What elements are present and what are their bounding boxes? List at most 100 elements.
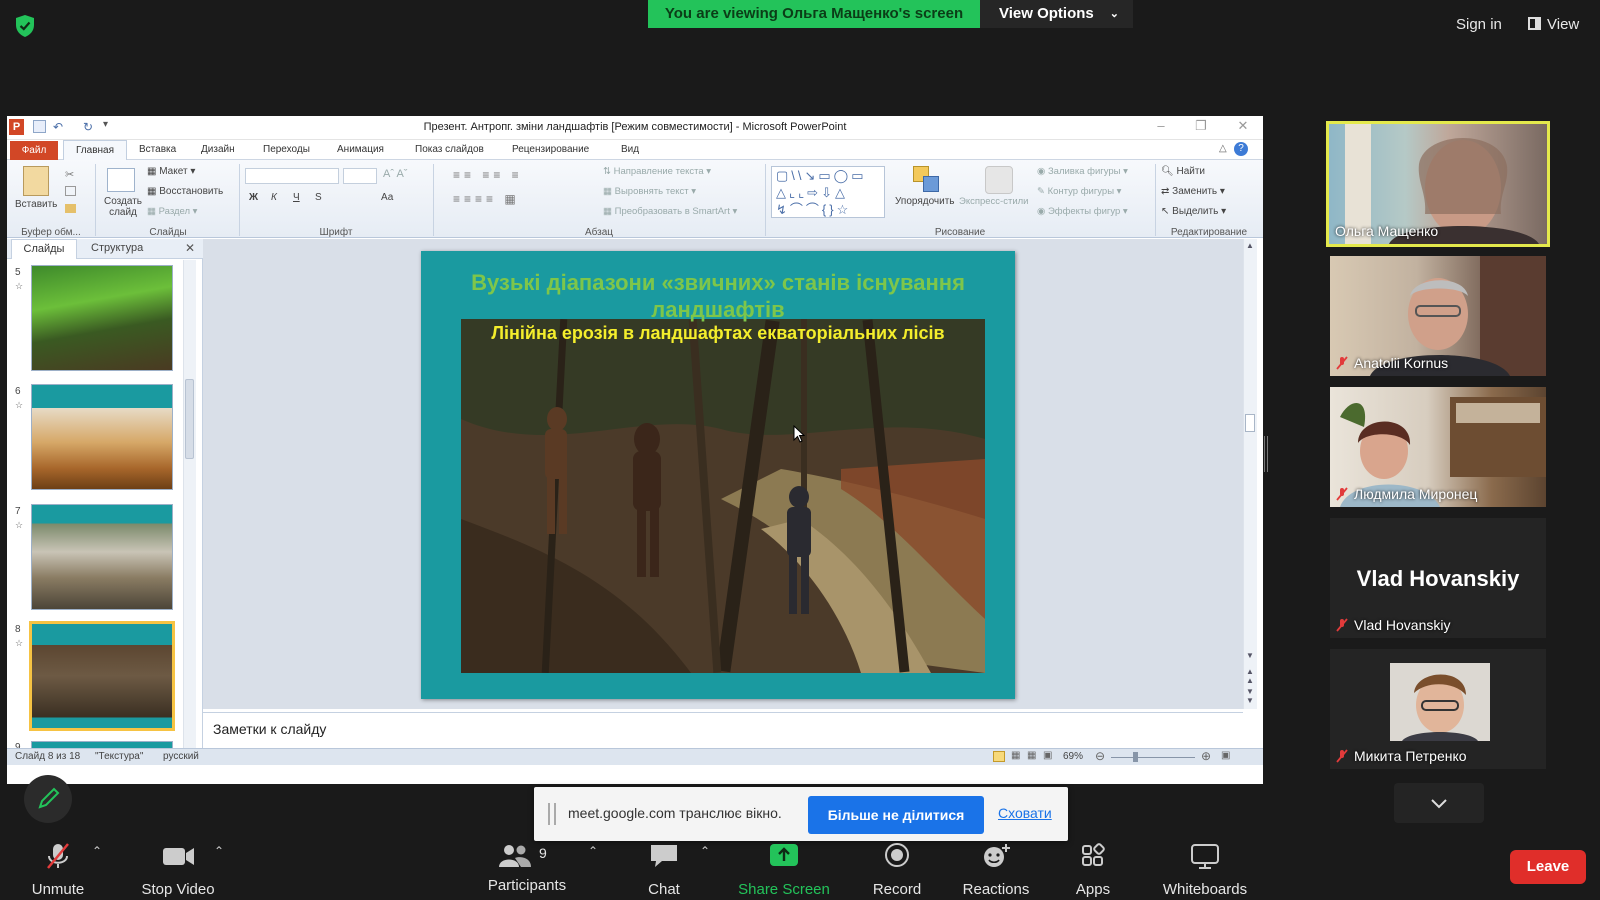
replace-button[interactable]: ⇄ Заменить ▾ [1161, 186, 1225, 197]
whiteboards-button[interactable]: Whiteboards [1150, 843, 1260, 898]
chat-options-chevron-icon[interactable]: ⌃ [700, 844, 710, 858]
zoom-slider[interactable] [1111, 757, 1195, 758]
tab-slideshow[interactable]: Показ слайдов [415, 144, 484, 155]
apps-button[interactable]: Apps [1058, 843, 1128, 898]
slide-thumbnail-selected[interactable] [29, 621, 175, 731]
copy-icon[interactable] [65, 186, 76, 196]
more-participants-button[interactable] [1394, 783, 1484, 823]
leave-button[interactable]: Leave [1510, 850, 1586, 884]
shape-outline-button[interactable]: ✎ Контур фигуры ▾ [1037, 186, 1121, 197]
tab-view[interactable]: Вид [621, 144, 639, 155]
panel-resize-handle[interactable] [1264, 436, 1268, 472]
slide-title[interactable]: Вузькі діапазони «звичних» станів існува… [421, 269, 1015, 323]
format-painter-icon[interactable] [65, 204, 76, 213]
participants-button[interactable]: 9 Participants [480, 843, 574, 894]
tab-review[interactable]: Рецензирование [512, 144, 589, 155]
tab-design[interactable]: Дизайн [201, 144, 235, 155]
view-options-button[interactable]: View Options ⌄ [980, 0, 1133, 28]
new-slide-icon[interactable] [107, 168, 135, 192]
close-pane-icon[interactable]: ✕ [185, 241, 195, 255]
help-icon[interactable]: ? [1234, 142, 1248, 156]
arrange-button[interactable]: Упорядочить [895, 196, 955, 207]
tab-slides-pane[interactable]: Слайды [11, 239, 77, 259]
scroll-down-icon[interactable]: ▼ [1246, 651, 1254, 660]
sorter-view-icon[interactable]: ▦ [1011, 750, 1020, 761]
hide-link[interactable]: Сховати [998, 805, 1052, 821]
shapes-gallery[interactable]: ▢\\↘▭◯▭ △⌞⌞⇨⇩△ ↯⌒⌒{}☆ [771, 166, 885, 218]
unmute-button[interactable]: Unmute [22, 843, 94, 898]
zoom-in-icon[interactable]: ⊕ [1201, 749, 1211, 763]
audio-options-chevron-icon[interactable]: ⌃ [92, 844, 102, 858]
video-options-chevron-icon[interactable]: ⌃ [214, 844, 224, 858]
fit-slide-icon[interactable]: ▣ [1221, 750, 1230, 761]
chat-button[interactable]: Chat [634, 843, 694, 898]
slides-pane-scroll-thumb[interactable] [185, 379, 194, 459]
layout-button[interactable]: ▦ Макет ▾ [147, 166, 195, 177]
font-name-select[interactable] [245, 168, 339, 184]
zoom-level[interactable]: 69% [1063, 751, 1083, 762]
bold-button[interactable]: Ж [249, 192, 258, 203]
normal-view-icon[interactable] [993, 751, 1005, 762]
stop-video-button[interactable]: Stop Video [128, 843, 228, 898]
align-icons[interactable]: ≡≡≡≡ ▦ [453, 192, 520, 206]
participant-tile[interactable]: Микита Петренко [1330, 649, 1546, 769]
current-slide[interactable]: Вузькі діапазони «звичних» станів існува… [421, 251, 1015, 699]
strikethrough-button[interactable]: S [315, 192, 322, 203]
participant-tile[interactable]: Людмила Миронец [1330, 387, 1546, 507]
cut-icon[interactable]: ✂ [65, 168, 74, 181]
slideshow-view-icon[interactable]: ▣ [1043, 750, 1052, 761]
participant-tile-video-off[interactable]: Vlad Hovanskiy Vlad Hovanskiy [1330, 518, 1546, 638]
tab-home[interactable]: Главная [63, 140, 127, 161]
text-direction-button[interactable]: ⇅ Направление текста ▾ [603, 166, 711, 177]
bullets-icon[interactable]: ≡≡ ≡≡ ≡ [453, 168, 523, 182]
close-icon[interactable]: ✕ [1229, 118, 1257, 136]
minimize-icon[interactable]: – [1147, 118, 1175, 136]
section-button[interactable]: ▦ Раздел ▾ [147, 206, 197, 217]
grow-font-icon[interactable]: Aˆ Aˇ [383, 168, 407, 180]
italic-button[interactable]: К [271, 192, 277, 203]
tab-file[interactable]: Файл [10, 141, 58, 160]
align-text-button[interactable]: ▦ Выровнять текст ▾ [603, 186, 696, 197]
new-slide-button[interactable]: Создать слайд [103, 196, 143, 218]
participant-tile-active[interactable]: Ольга Мащенко [1326, 121, 1550, 247]
select-button[interactable]: ↖ Выделить ▾ [1161, 206, 1226, 217]
underline-button[interactable]: Ч [293, 192, 300, 203]
prev-slide-icon[interactable]: ▲ ▲ [1246, 667, 1254, 685]
reactions-button[interactable]: Reactions [952, 843, 1040, 898]
quick-styles-icon[interactable] [985, 166, 1013, 194]
shape-fill-button[interactable]: ◉ Заливка фигуры ▾ [1037, 166, 1128, 177]
shield-check-icon[interactable] [14, 14, 36, 38]
next-slide-icon[interactable]: ▼ ▼ [1246, 687, 1254, 705]
quick-styles-button[interactable]: Экспресс-стили [959, 196, 1028, 207]
scroll-up-icon[interactable]: ▲ [1246, 241, 1254, 250]
reset-button[interactable]: ▦ Восстановить [147, 186, 223, 197]
collapse-ribbon-icon[interactable]: △ [1219, 143, 1227, 154]
tab-animation[interactable]: Анимация [337, 144, 384, 155]
zoom-slider-thumb[interactable] [1133, 752, 1138, 762]
share-screen-button[interactable]: Share Screen [732, 843, 836, 898]
smartart-button[interactable]: ▦ Преобразовать в SmartArt ▾ [603, 206, 737, 217]
language[interactable]: русский [163, 751, 199, 762]
tab-insert[interactable]: Вставка [139, 144, 176, 155]
arrange-icon[interactable] [913, 166, 939, 192]
participant-tile[interactable]: Anatolii Kornus [1330, 256, 1546, 376]
paste-icon[interactable] [23, 166, 49, 196]
stop-sharing-button[interactable]: Більше не ділитися [808, 796, 984, 834]
sign-in-link[interactable]: Sign in [1456, 16, 1502, 33]
restore-icon[interactable]: ❐ [1187, 118, 1215, 136]
shape-effects-button[interactable]: ◉ Эффекты фигур ▾ [1037, 206, 1128, 217]
annotate-button[interactable] [24, 775, 72, 823]
slide-thumbnail[interactable] [31, 504, 173, 610]
slide-subtitle[interactable]: Лінійна ерозія в ландшафтах екваторіальн… [421, 323, 1015, 344]
participants-options-chevron-icon[interactable]: ⌃ [588, 844, 598, 858]
slide-thumbnail[interactable] [31, 265, 173, 371]
slides-pane-scrollbar[interactable] [183, 260, 196, 765]
slide-vertical-scrollbar[interactable]: ▲ ▼ ▲ ▲ ▼ ▼ [1243, 239, 1257, 709]
font-size-select[interactable] [343, 168, 377, 184]
record-button[interactable]: Record [862, 843, 932, 898]
reading-view-icon[interactable]: ▦ [1027, 750, 1036, 761]
change-case-button[interactable]: Аа [381, 192, 393, 203]
tab-outline-pane[interactable]: Структура [91, 242, 143, 254]
view-button[interactable]: View [1528, 16, 1579, 33]
paste-button[interactable]: Вставить [15, 199, 57, 210]
